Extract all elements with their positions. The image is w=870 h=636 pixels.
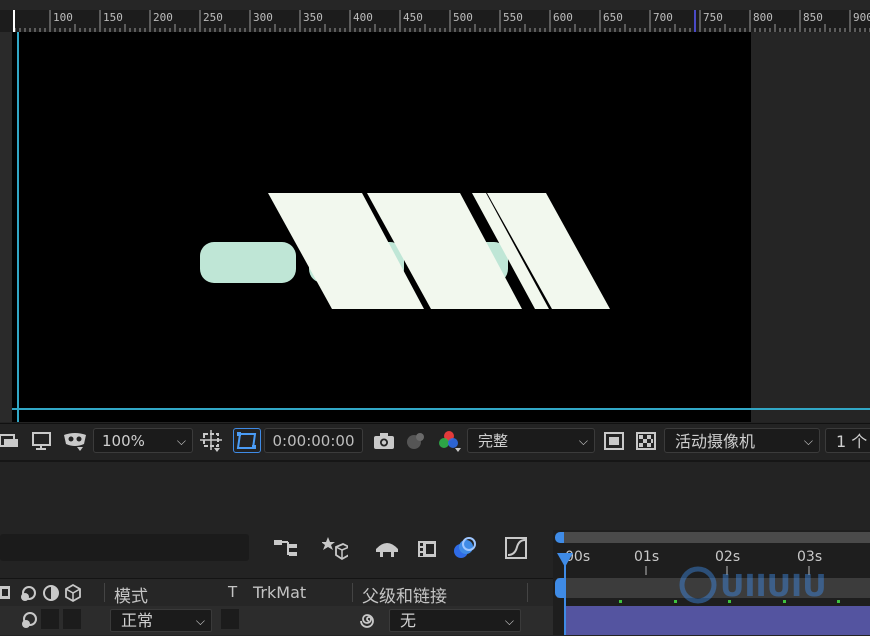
ruler-label: 350 xyxy=(303,11,323,24)
graph-editor-icon[interactable] xyxy=(503,535,529,561)
ruler-label: 850 xyxy=(803,11,823,24)
ruler-label: 300 xyxy=(253,11,273,24)
transparency-grid-toggle[interactable] xyxy=(233,428,261,453)
layer-columns-header: 模式 T TrkMat 父级和链接 xyxy=(0,578,553,607)
ruler-label: 200 xyxy=(153,11,173,24)
ruler-label: 750 xyxy=(703,11,723,24)
parent-link-column-header[interactable]: 父级和链接 xyxy=(362,582,447,607)
chevron-down-icon: ⌵ xyxy=(578,434,588,448)
playhead-line[interactable] xyxy=(564,558,566,635)
resolution-value: 完整 xyxy=(478,432,509,450)
frame-blending-icon[interactable] xyxy=(414,535,440,561)
work-area-start-handle[interactable] xyxy=(555,578,564,598)
resolution-dropdown[interactable]: 完整 ⌵ xyxy=(467,428,595,453)
ruler-label: 600 xyxy=(553,11,573,24)
time-navigator-bar[interactable] xyxy=(557,532,870,543)
snapshot-camera-icon[interactable] xyxy=(373,430,395,452)
playhead-handle[interactable] xyxy=(557,553,573,567)
ruler-label: 250 xyxy=(203,11,223,24)
pick-whip-icon[interactable] xyxy=(358,611,380,635)
view-layout-dropdown[interactable]: 1 个 xyxy=(825,428,870,453)
effect-switch[interactable] xyxy=(63,609,81,629)
preserve-transparency-checkbox[interactable] xyxy=(221,609,239,629)
transparency-checker-icon[interactable] xyxy=(635,430,657,452)
ruler-label: 450 xyxy=(403,11,423,24)
chevron-down-icon: ⌵ xyxy=(195,614,205,628)
parent-value: 无 xyxy=(400,611,417,630)
camera-dropdown[interactable]: 活动摄像机 ⌵ xyxy=(664,428,820,453)
timeline-panel-top xyxy=(0,460,870,532)
ruler-label: 900 xyxy=(853,11,870,24)
ruler-label: 100 xyxy=(53,11,73,24)
zoom-value: 100% xyxy=(102,432,145,450)
ruler-label: 550 xyxy=(503,11,523,24)
zoom-dropdown[interactable]: 100% ⌵ xyxy=(93,428,193,453)
show-snapshot-icon[interactable] xyxy=(405,430,427,452)
av-features-icon[interactable] xyxy=(0,583,100,607)
watermark-logo: UIIUIU xyxy=(678,563,858,611)
view-layout-value: 1 个 xyxy=(836,432,868,451)
trkmat-column-header[interactable]: TrkMat xyxy=(253,583,306,602)
keyframe-marker xyxy=(674,600,677,603)
ruler-label: 650 xyxy=(603,11,623,24)
column-divider xyxy=(104,583,105,602)
column-divider xyxy=(352,583,353,602)
motion-blur-icon[interactable] xyxy=(452,535,478,561)
composition-flowchart-icon[interactable] xyxy=(273,535,299,561)
chevron-down-icon: ⌵ xyxy=(176,434,186,448)
time-navigator-start-handle[interactable] xyxy=(555,532,564,543)
quality-switch[interactable] xyxy=(41,609,59,629)
chevron-down-icon: ⌵ xyxy=(504,614,514,628)
timecode-field[interactable]: 0:00:00:00 xyxy=(264,428,363,453)
chevron-down-icon: ⌵ xyxy=(803,434,813,448)
ruler-label: 700 xyxy=(653,11,673,24)
fast-previews-icon[interactable] xyxy=(603,430,625,452)
artwork xyxy=(12,32,751,422)
camera-value: 活动摄像机 xyxy=(675,432,756,451)
parent-dropdown[interactable]: 无 ⌵ xyxy=(389,609,521,632)
current-time: 0:00:00:00 xyxy=(272,432,355,450)
ruler-label: 400 xyxy=(353,11,373,24)
svg-text:UIIUIU: UIIUIU xyxy=(720,569,827,604)
ruler-label: 800 xyxy=(753,11,773,24)
pasteboard-right xyxy=(751,32,870,422)
horizontal-ruler: 100 150 200 250 300 350 400 450 500 550 600 650 700 7… xyxy=(0,0,870,33)
ruler-label: 500 xyxy=(453,11,473,24)
column-divider xyxy=(527,583,528,602)
blend-mode-dropdown[interactable]: 正常 ⌵ xyxy=(110,609,212,632)
solo-icon[interactable] xyxy=(18,610,40,636)
monitor-icon[interactable] xyxy=(31,430,53,452)
channels-rgb-icon[interactable] xyxy=(438,430,464,452)
ruler-ticks xyxy=(13,10,870,32)
layer-search-input[interactable] xyxy=(0,534,249,561)
mode-column-header[interactable]: 模式 xyxy=(114,582,148,607)
time-label-01s: 01s xyxy=(634,549,660,565)
keyframe-marker xyxy=(619,600,622,603)
layer-row[interactable]: 正常 ⌵ 无 ⌵ xyxy=(0,606,553,635)
ruler-label: 150 xyxy=(103,11,123,24)
composition-canvas[interactable] xyxy=(12,32,751,422)
mint-capsule-1 xyxy=(200,242,296,283)
always-preview-icon[interactable] xyxy=(0,430,22,452)
region-of-interest-icon[interactable] xyxy=(200,430,226,452)
shy-layers-icon[interactable] xyxy=(374,535,400,561)
draft-3d-icon[interactable] xyxy=(321,535,350,561)
mask-visibility-icon[interactable] xyxy=(62,430,90,452)
preserve-transparency-header[interactable]: T xyxy=(228,583,237,601)
blend-mode-value: 正常 xyxy=(121,611,154,630)
